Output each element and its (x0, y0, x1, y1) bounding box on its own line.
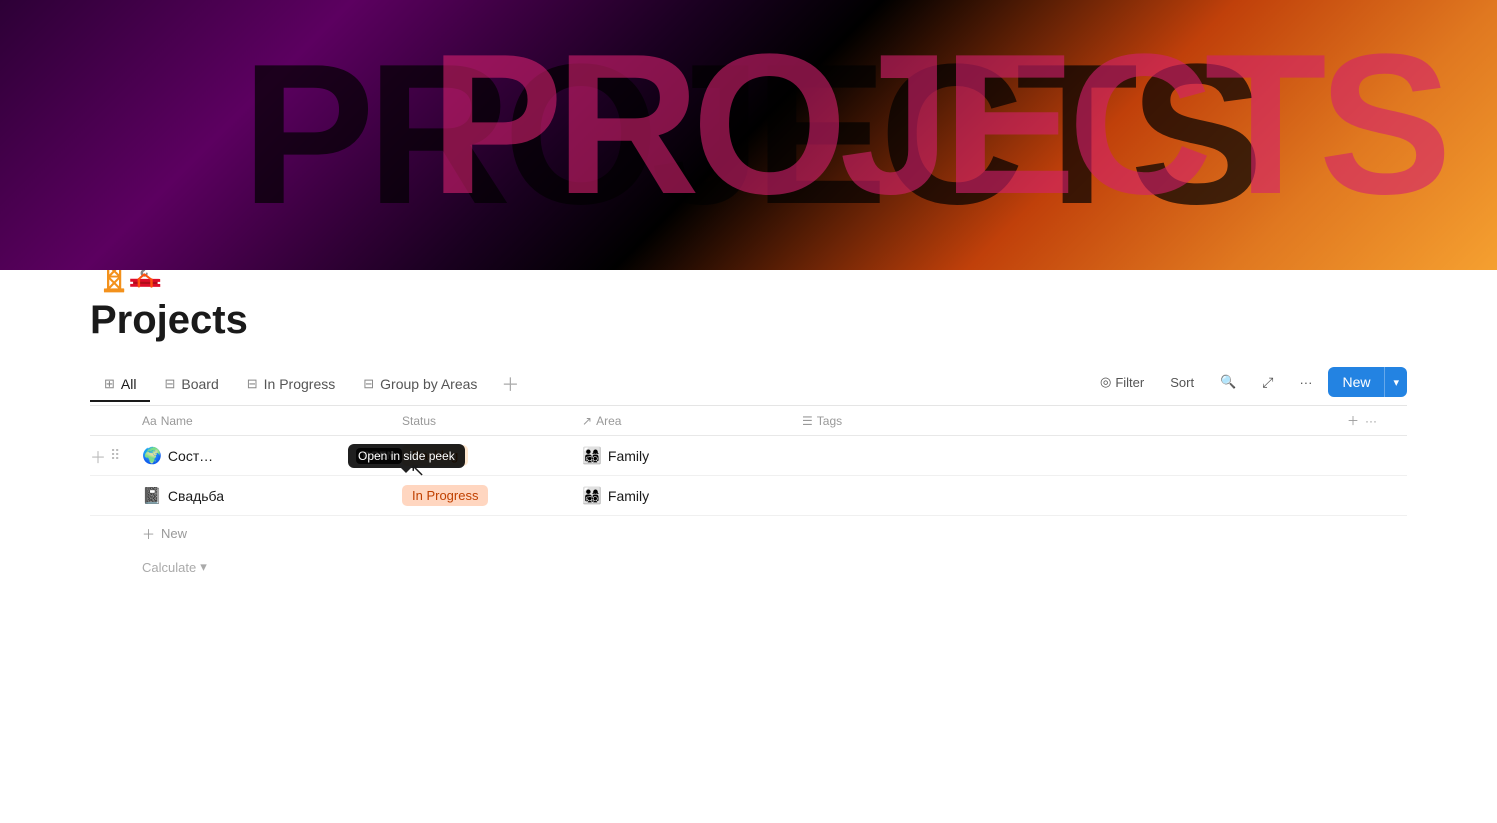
filter-label: Filter (1115, 375, 1144, 390)
hero-banner: PROJECTS PROJECTS (0, 0, 1497, 270)
tab-inprogress-label: In Progress (264, 376, 336, 392)
tabs-row: ⊞ All ⊟ Board ⊟ In Progress ⊟ Group by A… (90, 363, 1407, 406)
open-badge-1: OPEN (356, 448, 402, 464)
tab-board-icon: ⊟ (164, 376, 175, 392)
row-drag-icon-1[interactable]: ⠿ (110, 447, 120, 464)
tab-board[interactable]: ⊟ Board (150, 368, 232, 402)
table-row: ＋ ⠿ 🌍 Составить семейное дре Open in sid… (90, 436, 1407, 476)
link-button[interactable]: ⤢ (1252, 369, 1283, 396)
header-tags: ☰ Tags (802, 414, 1347, 428)
header-tags-icon: ☰ (802, 414, 813, 428)
tab-all-icon: ⊞ (104, 376, 115, 392)
new-row-label: New (161, 526, 187, 541)
tab-groupbyareas-icon: ⊟ (363, 376, 374, 392)
page-content: 🏗️ Projects ⊞ All ⊟ Board ⊟ In Progress … (0, 230, 1497, 583)
row-area-1: 👨‍👩‍👧‍👦 Family (582, 446, 802, 466)
tab-inprogress[interactable]: ⊟ In Progress (233, 368, 350, 402)
tab-add-button[interactable]: ＋ (491, 363, 529, 405)
hero-text-overlay: PROJECTS (430, 10, 1444, 240)
area-label-2: Family (608, 488, 649, 504)
area-emoji-1: 👨‍👩‍👧‍👦 (582, 446, 602, 466)
row-emoji-2: 📓 (142, 486, 162, 506)
row-name-1[interactable]: 🌍 Составить семейное дре Open in side pe… (142, 446, 402, 466)
link-icon: ⤢ (1262, 374, 1273, 391)
table-container: Aa Name Status ↗ Area ☰ Tags ＋ ··· ＋ ⠿ (90, 406, 1407, 583)
row-emoji-1: 🌍 (142, 446, 162, 466)
new-button[interactable]: New ▾ (1328, 367, 1407, 397)
table-header: Aa Name Status ↗ Area ☰ Tags ＋ ··· (90, 406, 1407, 436)
header-add-icon[interactable]: ＋ (1347, 412, 1359, 429)
area-label-1: Family (608, 448, 649, 464)
table-row: 📓 Свадьба In Progress 👨‍👩‍👧‍👦 Family (90, 476, 1407, 516)
row-name-2[interactable]: 📓 Свадьба (142, 486, 402, 506)
row-status-1: Backlog (402, 445, 582, 466)
more-icon: ··· (1299, 375, 1312, 390)
search-button[interactable]: 🔍 (1210, 369, 1246, 395)
area-emoji-2: 👨‍👩‍👧‍👦 (582, 486, 602, 506)
search-icon: 🔍 (1220, 374, 1236, 390)
filter-icon: ◎ (1100, 374, 1111, 390)
tab-board-label: Board (181, 376, 218, 392)
header-actions: ＋ ··· (1347, 412, 1407, 429)
new-row-button[interactable]: ＋ New (134, 516, 1407, 551)
tab-all-label: All (121, 376, 137, 392)
header-status: Status (402, 414, 582, 428)
row-status-2: In Progress (402, 485, 582, 506)
sort-label: Sort (1170, 375, 1194, 390)
row-drag-area-1: ＋ ⠿ (90, 444, 142, 468)
header-name: Aa Name (142, 414, 402, 428)
more-button[interactable]: ··· (1289, 370, 1322, 395)
new-button-label[interactable]: New (1328, 367, 1385, 397)
calculate-chevron: ▾ (200, 559, 207, 575)
row-add-icon-1[interactable]: ＋ (90, 444, 106, 468)
row-area-2: 👨‍👩‍👧‍👦 Family (582, 486, 802, 506)
sort-button[interactable]: Sort (1160, 370, 1204, 395)
header-area: ↗ Area (582, 414, 802, 428)
new-button-caret[interactable]: ▾ (1385, 369, 1407, 396)
status-badge-1[interactable]: Backlog (402, 445, 468, 466)
tab-all[interactable]: ⊞ All (90, 368, 150, 402)
header-area-icon: ↗ (582, 414, 592, 428)
toolbar-right: ◎ Filter Sort 🔍 ⤢ ··· New ▾ (1090, 367, 1407, 401)
status-badge-2[interactable]: In Progress (402, 485, 488, 506)
row-name-text-2: Свадьба (168, 488, 224, 504)
tab-inprogress-icon: ⊟ (247, 376, 258, 392)
header-more-icon[interactable]: ··· (1365, 414, 1377, 428)
calculate-label: Calculate (142, 560, 196, 575)
calculate-row[interactable]: Calculate ▾ (90, 551, 1407, 583)
tab-groupbyareas-label: Group by Areas (380, 376, 477, 392)
row-name-text-1: Составить семейное дре (168, 448, 220, 464)
filter-button[interactable]: ◎ Filter (1090, 369, 1154, 395)
page-title: Projects (90, 298, 1407, 343)
new-row-icon: ＋ (142, 524, 155, 543)
tab-groupbyareas[interactable]: ⊟ Group by Areas (349, 368, 491, 402)
header-name-icon: Aa (142, 414, 157, 428)
